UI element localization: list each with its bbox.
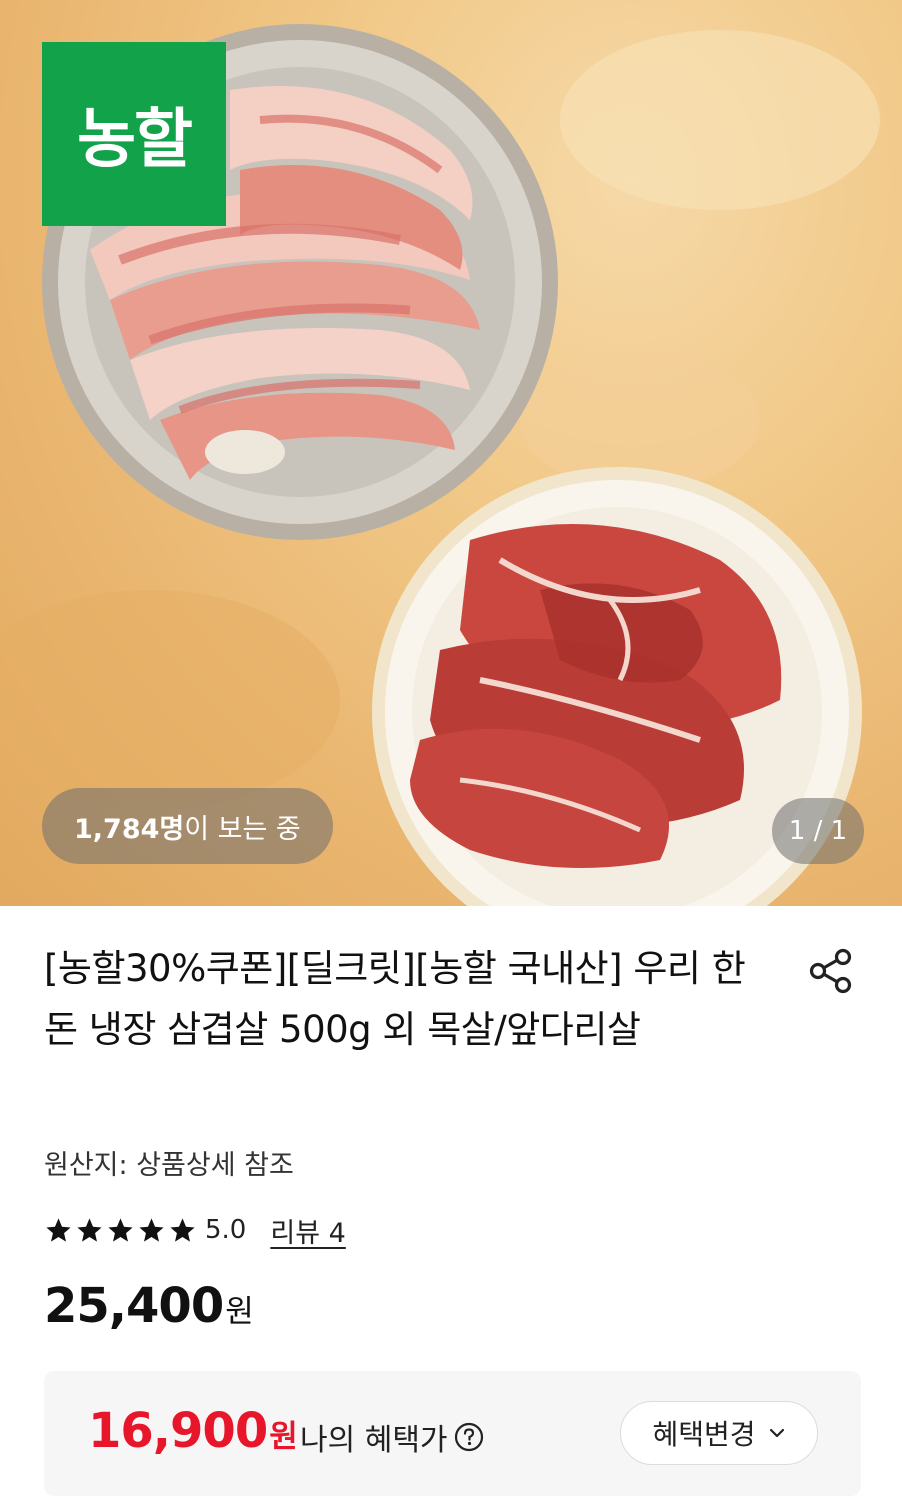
star-icon (108, 1217, 133, 1242)
product-image[interactable]: 농할 1,784명 이 보는 중 1 / 1 (0, 0, 902, 906)
change-benefit-button[interactable]: 혜택변경 (620, 1401, 818, 1465)
origin-info: 원산지: 상품상세 참조 (44, 1150, 294, 1181)
benefit-price: 16,900원 (88, 1403, 298, 1459)
product-title: [농할30%쿠폰][딜크릿][농할 국내산] 우리 한돈 냉장 삼겹살 500g… (44, 947, 746, 1051)
help-circle-icon[interactable] (454, 1422, 484, 1452)
change-benefit-label: 혜택변경 (652, 1418, 756, 1451)
image-page-indicator: 1 / 1 (772, 798, 864, 864)
viewers-count: 1,784명 (74, 813, 185, 845)
benefit-label-group: 나의 혜택가 (300, 1415, 484, 1459)
viewers-suffix: 이 보는 중 (184, 813, 301, 845)
star-rating (44, 1216, 197, 1245)
star-icon (170, 1217, 195, 1242)
viewers-count-pill: 1,784명 이 보는 중 (42, 788, 333, 864)
brand-badge: 농할 (42, 42, 226, 226)
star-icon (139, 1217, 164, 1242)
rating-row: 5.0 리뷰 4 (44, 1210, 346, 1250)
benefit-label: 나의 혜택가 (300, 1423, 448, 1458)
star-icon (77, 1217, 102, 1242)
benefit-price-unit: 원 (269, 1419, 298, 1455)
benefit-box: 16,900원 나의 혜택가 혜택변경 (44, 1371, 861, 1496)
review-link[interactable]: 리뷰 4 (270, 1211, 345, 1250)
benefit-price-amount: 16,900 (88, 1403, 268, 1459)
original-price-amount: 25,400 (44, 1278, 224, 1334)
star-icon (46, 1217, 71, 1242)
brand-badge-text: 농할 (77, 103, 193, 177)
share-icon[interactable] (804, 944, 858, 998)
original-price-unit: 원 (225, 1294, 254, 1330)
rating-value: 5.0 (205, 1215, 247, 1245)
original-price: 25,400원 (44, 1278, 254, 1334)
chevron-down-icon (769, 1428, 784, 1438)
page-indicator-text: 1 / 1 (788, 816, 848, 846)
